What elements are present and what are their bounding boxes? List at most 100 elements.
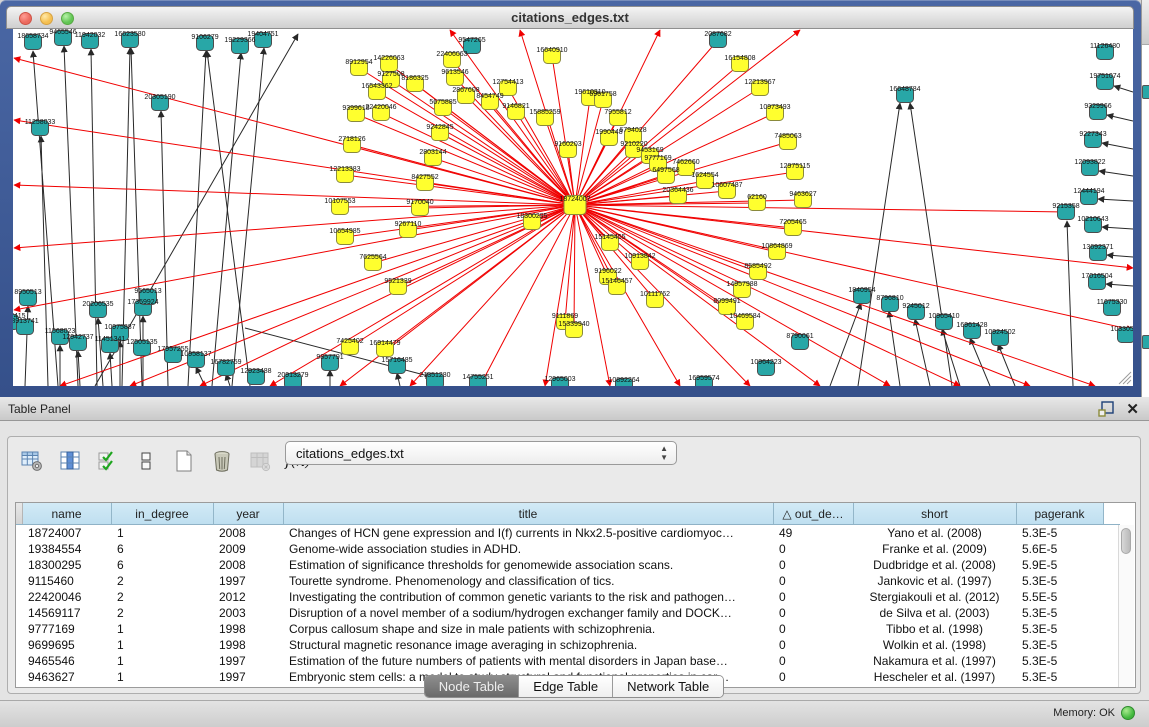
svg-text:20364436: 20364436 bbox=[662, 187, 693, 194]
cell-out_degree[interactable]: 0 bbox=[773, 541, 853, 557]
cell-title[interactable]: Estimation of the future numbers of pati… bbox=[283, 653, 773, 669]
cell-title[interactable]: Structural magnetic resonance image aver… bbox=[283, 637, 773, 653]
cell-out_degree[interactable]: 0 bbox=[773, 589, 853, 605]
cell-name[interactable]: 9699695 bbox=[22, 637, 111, 653]
column-header-title[interactable]: title bbox=[283, 503, 773, 525]
cell-year[interactable]: 2003 bbox=[213, 605, 283, 621]
cell-year[interactable]: 1998 bbox=[213, 637, 283, 653]
table-row[interactable]: 946554611997Estimation of the future num… bbox=[16, 653, 1120, 669]
table-select-combobox[interactable]: citations_edges.txt ▲▼ bbox=[285, 441, 677, 465]
node-table[interactable]: namein_degreeyeartitle△ out_de…shortpage… bbox=[15, 502, 1136, 688]
table-settings-icon[interactable] bbox=[18, 447, 46, 475]
cell-pagerank[interactable]: 5.5E-5 bbox=[1016, 589, 1103, 605]
table-row[interactable]: 2242004622012Investigating the contribut… bbox=[16, 589, 1120, 605]
cell-name[interactable]: 9115460 bbox=[22, 573, 111, 589]
scrollbar-thumb[interactable] bbox=[1121, 528, 1131, 554]
cell-pagerank[interactable]: 5.6E-5 bbox=[1016, 541, 1103, 557]
selection-mode-icon[interactable] bbox=[94, 447, 122, 475]
table-vertical-scrollbar[interactable] bbox=[1118, 525, 1134, 687]
cell-name[interactable]: 18724007 bbox=[22, 525, 111, 542]
cell-short[interactable]: Tibbo et al. (1998) bbox=[853, 621, 1016, 637]
tab-node-table[interactable]: Node Table bbox=[425, 676, 520, 697]
cell-year[interactable]: 2012 bbox=[213, 589, 283, 605]
cell-pagerank[interactable]: 5.3E-5 bbox=[1016, 621, 1103, 637]
cell-in_degree[interactable]: 2 bbox=[111, 573, 213, 589]
memory-ok-indicator[interactable] bbox=[1121, 706, 1135, 720]
cell-name[interactable]: 9777169 bbox=[22, 621, 111, 637]
table-row[interactable]: 1872400712008Changes of HCN gene express… bbox=[16, 525, 1120, 542]
cell-out_degree[interactable]: 0 bbox=[773, 621, 853, 637]
column-header-pagerank[interactable]: pagerank bbox=[1016, 503, 1103, 525]
column-header-name[interactable]: name bbox=[22, 503, 111, 525]
table-row[interactable]: 1830029562008Estimation of significance … bbox=[16, 557, 1120, 573]
cell-year[interactable]: 2009 bbox=[213, 541, 283, 557]
cell-in_degree[interactable]: 1 bbox=[111, 653, 213, 669]
cell-title[interactable]: Investigating the contribution of common… bbox=[283, 589, 773, 605]
row-height-icon[interactable] bbox=[132, 447, 160, 475]
cell-short[interactable]: Nakamura et al. (1997) bbox=[853, 653, 1016, 669]
cell-short[interactable]: Stergiakouli et al. (2012) bbox=[853, 589, 1016, 605]
cell-title[interactable]: Corpus callosum shape and size in male p… bbox=[283, 621, 773, 637]
cell-year[interactable]: 1998 bbox=[213, 621, 283, 637]
cell-pagerank[interactable]: 5.3E-5 bbox=[1016, 525, 1103, 542]
tab-network-table[interactable]: Network Table bbox=[613, 676, 723, 697]
cell-in_degree[interactable]: 6 bbox=[111, 541, 213, 557]
cell-title[interactable]: Disruption of a novel member of a sodium… bbox=[283, 605, 773, 621]
cell-pagerank[interactable]: 5.3E-5 bbox=[1016, 653, 1103, 669]
cell-out_degree[interactable]: 0 bbox=[773, 653, 853, 669]
cell-out_degree[interactable]: 0 bbox=[773, 637, 853, 653]
cell-in_degree[interactable]: 1 bbox=[111, 637, 213, 653]
delete-table-icon[interactable] bbox=[208, 447, 236, 475]
cell-out_degree[interactable]: 0 bbox=[773, 605, 853, 621]
network-canvas-svg[interactable]: 1872400718658734946554611942032166235809… bbox=[13, 29, 1133, 386]
tab-edge-table[interactable]: Edge Table bbox=[519, 676, 613, 697]
cell-short[interactable]: Wolkin et al. (1998) bbox=[853, 637, 1016, 653]
cell-name[interactable]: 14569117 bbox=[22, 605, 111, 621]
table-header-row[interactable]: namein_degreeyeartitle△ out_de…shortpage… bbox=[16, 503, 1120, 525]
cell-in_degree[interactable]: 2 bbox=[111, 605, 213, 621]
column-header-out_de[interactable]: △ out_de… bbox=[773, 503, 853, 525]
cell-out_degree[interactable]: 0 bbox=[773, 557, 853, 573]
cell-in_degree[interactable]: 2 bbox=[111, 589, 213, 605]
cell-name[interactable]: 22420046 bbox=[22, 589, 111, 605]
cell-short[interactable]: de Silva et al. (2003) bbox=[853, 605, 1016, 621]
cell-pagerank[interactable]: 5.9E-5 bbox=[1016, 557, 1103, 573]
cell-year[interactable]: 1997 bbox=[213, 573, 283, 589]
cell-year[interactable]: 1997 bbox=[213, 653, 283, 669]
cell-in_degree[interactable]: 1 bbox=[111, 525, 213, 542]
column-visibility-icon[interactable] bbox=[56, 447, 84, 475]
cell-title[interactable]: Changes of HCN gene expression and I(f) … bbox=[283, 525, 773, 542]
cell-year[interactable]: 2008 bbox=[213, 557, 283, 573]
close-panel-icon[interactable]: ✕ bbox=[1126, 402, 1139, 417]
cell-pagerank[interactable]: 5.3E-5 bbox=[1016, 573, 1103, 589]
table-row[interactable]: 911546021997Tourette syndrome. Phenomeno… bbox=[16, 573, 1120, 589]
network-canvas[interactable]: 1872400718658734946554611942032166235809… bbox=[13, 29, 1133, 386]
table-row[interactable]: 1938455462009Genome-wide association stu… bbox=[16, 541, 1120, 557]
cell-pagerank[interactable]: 5.3E-5 bbox=[1016, 637, 1103, 653]
cell-title[interactable]: Tourette syndrome. Phenomenology and cla… bbox=[283, 573, 773, 589]
cell-in_degree[interactable]: 1 bbox=[111, 621, 213, 637]
column-header-year[interactable]: year bbox=[213, 503, 283, 525]
cell-short[interactable]: Yano et al. (2008) bbox=[853, 525, 1016, 542]
cell-name[interactable]: 9465546 bbox=[22, 653, 111, 669]
cell-title[interactable]: Genome-wide association studies in ADHD. bbox=[283, 541, 773, 557]
float-panel-icon[interactable] bbox=[1098, 401, 1114, 417]
table-row[interactable]: 977716911998Corpus callosum shape and si… bbox=[16, 621, 1120, 637]
cell-year[interactable]: 2008 bbox=[213, 525, 283, 542]
cell-out_degree[interactable]: 0 bbox=[773, 573, 853, 589]
cell-in_degree[interactable]: 6 bbox=[111, 557, 213, 573]
cell-short[interactable]: Franke et al. (2009) bbox=[853, 541, 1016, 557]
cell-title[interactable]: Estimation of significance thresholds fo… bbox=[283, 557, 773, 573]
network-window-titlebar[interactable]: citations_edges.txt bbox=[6, 6, 1134, 29]
column-header-in_degree[interactable]: in_degree bbox=[111, 503, 213, 525]
cell-name[interactable]: 18300295 bbox=[22, 557, 111, 573]
column-header-short[interactable]: short bbox=[853, 503, 1016, 525]
table-row[interactable]: 969969511998Structural magnetic resonanc… bbox=[16, 637, 1120, 653]
cell-out_degree[interactable]: 49 bbox=[773, 525, 853, 542]
table-row[interactable]: 1456911722003Disruption of a novel membe… bbox=[16, 605, 1120, 621]
cell-pagerank[interactable]: 5.3E-5 bbox=[1016, 605, 1103, 621]
cell-short[interactable]: Dudbridge et al. (2008) bbox=[853, 557, 1016, 573]
cell-name[interactable]: 19384554 bbox=[22, 541, 111, 557]
cell-short[interactable]: Jankovic et al. (1997) bbox=[853, 573, 1016, 589]
create-table-icon[interactable] bbox=[170, 447, 198, 475]
